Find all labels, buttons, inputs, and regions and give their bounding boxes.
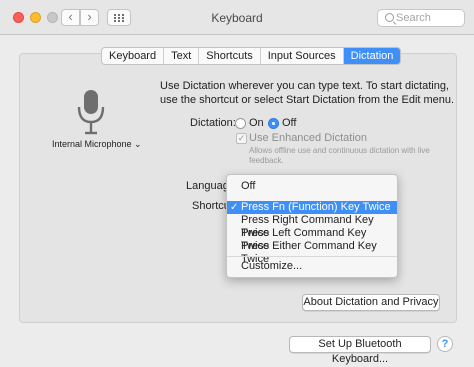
bluetooth-keyboard-button[interactable]: Set Up Bluetooth Keyboard... [289,336,431,365]
dictation-on-label: On [249,117,264,129]
search-placeholder: Search [396,12,431,24]
about-dictation-button[interactable]: About Dictation and Privacy [302,294,440,311]
menu-item-right-command[interactable]: Press Right Command Key Twice [227,214,397,239]
title-bar: ‹ › Keyboard Search [0,0,474,35]
menu-item-either-command[interactable]: Press Either Command Key Twice [227,240,397,265]
menu-item-fn-twice[interactable]: ✓ Press Fn (Function) Key Twice [227,201,397,214]
tab-text[interactable]: Text [164,48,200,64]
search-field[interactable]: Search [377,9,465,27]
dictation-on-radio[interactable] [235,118,246,129]
menu-item-customize[interactable]: Customize... [227,260,397,273]
tab-bar: Keyboard Text Shortcuts Input Sources Di… [101,47,402,65]
tab-keyboard[interactable]: Keyboard [102,48,165,64]
shortcut-dropdown-menu: Off ✓ Press Fn (Function) Key Twice Pres… [226,174,398,278]
menu-item-left-command[interactable]: Press Left Command Key Twice [227,227,397,252]
tab-input-sources[interactable]: Input Sources [261,48,344,64]
dictation-off-label: Off [282,117,297,129]
tab-shortcuts[interactable]: Shortcuts [199,48,261,64]
dictation-off-radio[interactable] [268,118,279,129]
help-button[interactable]: ? [437,336,453,352]
tab-dictation[interactable]: Dictation [343,48,401,64]
microphone-select[interactable]: Internal Microphone ⌄ [52,139,142,150]
dictation-label: Dictation: [190,117,236,129]
search-icon [385,13,394,22]
checkmark-icon: ✓ [230,202,239,213]
enhanced-dictation-checkbox[interactable]: ✓ [236,133,247,144]
enhanced-dictation-label: Use Enhanced Dictation [249,132,368,144]
dictation-description: Use Dictation wherever you can type text… [160,80,455,106]
menu-separator [227,256,397,257]
microphone-icon [77,90,105,135]
menu-item-off[interactable]: Off [227,180,397,193]
enhanced-dictation-description: Allows offline use and continuous dictat… [249,146,430,165]
